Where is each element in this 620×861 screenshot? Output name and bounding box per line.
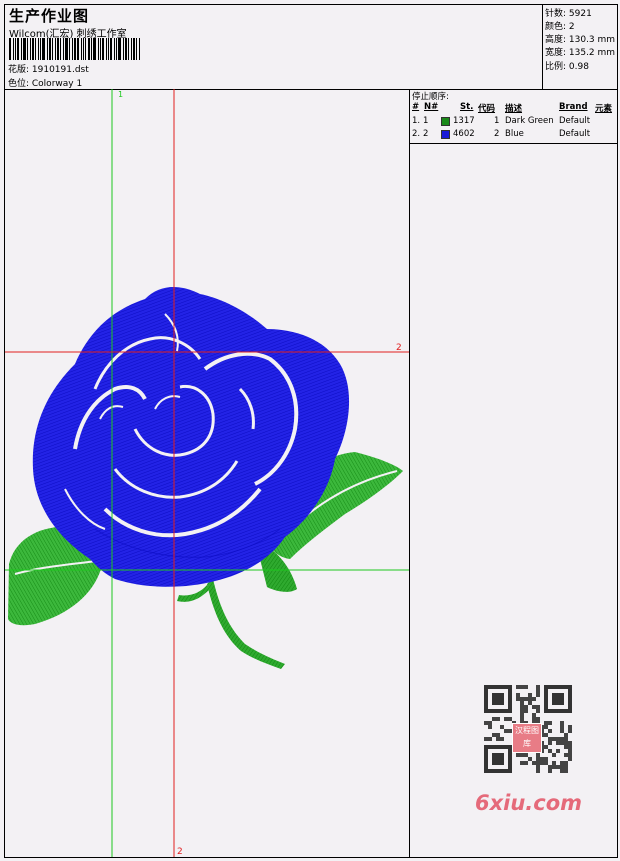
barcode-bar	[74, 38, 76, 60]
barcode-bar	[91, 38, 92, 60]
barcode-bar	[32, 38, 34, 60]
barcode-bar	[136, 38, 137, 60]
row-brand: Default	[559, 116, 591, 126]
barcode-bar	[27, 38, 28, 60]
row-brand: Default	[559, 129, 591, 139]
sheet-header: 生产作业图 Wilcom(汇宏) 刺绣工作室 花版: 1910191.dst 色…	[5, 5, 617, 90]
barcode-bar	[72, 38, 73, 60]
barcode-bar	[21, 38, 22, 60]
barcode-bar	[65, 38, 68, 60]
barcode-bar	[93, 38, 96, 60]
col-header-description: 描述	[505, 104, 523, 114]
barcode-bar	[30, 38, 31, 60]
red-guide-horizontal-label: 2	[396, 343, 402, 353]
barcode-bar	[116, 38, 117, 60]
barcode-bar	[60, 38, 61, 60]
stop-sequence-table: 停止顺序: # N# St. 代码 描述 Brand 元素 1. 1 1317 …	[410, 89, 617, 144]
barcode-bar	[102, 38, 104, 60]
row-stitches: 1317	[453, 116, 475, 126]
page-title: 生产作业图	[9, 7, 90, 25]
green-guide-label: 1	[118, 90, 124, 99]
barcode-bar	[52, 38, 53, 60]
barcode-bar	[63, 38, 64, 60]
production-sheet: 生产作业图 Wilcom(汇宏) 刺绣工作室 花版: 1910191.dst 色…	[4, 4, 618, 858]
barcode-bar	[98, 38, 99, 60]
col-header-element: 元素	[595, 104, 613, 114]
barcode-bar	[42, 38, 45, 60]
barcode-bar	[77, 38, 79, 60]
barcode-bar	[83, 38, 84, 60]
barcode-bar	[47, 38, 48, 60]
barcode-bar	[57, 38, 59, 60]
barcode-bar	[85, 38, 86, 60]
barcode-bar	[114, 38, 115, 60]
barcode-bar	[40, 38, 41, 60]
barcode-bar	[110, 38, 112, 60]
barcode-bar	[125, 38, 127, 60]
color-count: 颜色: 2	[545, 22, 575, 32]
row-n: 1	[423, 116, 429, 126]
color-swatch	[441, 130, 450, 139]
barcode-bar	[118, 38, 121, 60]
barcode	[9, 38, 143, 60]
row-n: 2	[423, 129, 429, 139]
row-index: 1.	[412, 116, 421, 126]
barcode-bar	[131, 38, 132, 60]
barcode-bar	[108, 38, 109, 60]
col-header-stitches: St.	[460, 102, 474, 112]
design-height: 高度: 130.3 mm	[545, 35, 616, 45]
barcode-bar	[17, 38, 19, 60]
row-description: Dark Green	[505, 116, 554, 126]
barcode-bar	[128, 38, 129, 60]
row-index: 2.	[412, 129, 421, 139]
row-code: 1	[494, 116, 500, 126]
barcode-bar	[133, 38, 135, 60]
row-code: 2	[494, 129, 500, 139]
col-header-code: 代码	[478, 104, 496, 114]
pattern-file-label: 花版: 1910191.dst	[8, 65, 89, 75]
row-description: Blue	[505, 129, 524, 139]
design-canvas: 1 2 2	[5, 89, 410, 857]
barcode-bar	[139, 38, 140, 60]
design-width: 宽度: 135.2 mm	[545, 48, 616, 58]
barcode-bar	[88, 38, 90, 60]
stop-sequence-caption: 停止顺序:	[412, 92, 449, 102]
col-header-n: N#	[424, 102, 439, 112]
col-header-brand: Brand	[559, 102, 588, 112]
barcode-bar	[100, 38, 101, 60]
red-guide-vertical-label: 2	[177, 847, 183, 857]
watermark-site: 6xiu.com	[475, 791, 583, 815]
barcode-bar	[123, 38, 124, 60]
col-header-index: #	[412, 102, 420, 112]
barcode-bar	[13, 38, 14, 60]
embroidery-design	[5, 89, 409, 857]
design-scale: 比例: 0.98	[545, 62, 589, 72]
barcode-bar	[81, 38, 82, 60]
stats-panel: 针数: 5921 颜色: 2 高度: 130.3 mm 宽度: 135.2 mm…	[542, 5, 618, 89]
barcode-bar	[38, 38, 39, 60]
stitch-count: 针数: 5921	[545, 9, 592, 19]
stem	[177, 579, 285, 669]
barcode-bar	[15, 38, 16, 60]
barcode-bar	[35, 38, 36, 60]
barcode-bar	[69, 38, 70, 60]
barcode-bar	[9, 38, 11, 60]
row-stitches: 4602	[453, 129, 475, 139]
colorway-label: 色位: Colorway 1	[8, 79, 83, 89]
barcode-bar	[106, 38, 107, 60]
color-swatch	[441, 117, 450, 126]
watermark-stamp: 汉程图库	[512, 723, 542, 753]
barcode-bar	[55, 38, 56, 60]
barcode-bar	[23, 38, 26, 60]
barcode-bar	[49, 38, 51, 60]
